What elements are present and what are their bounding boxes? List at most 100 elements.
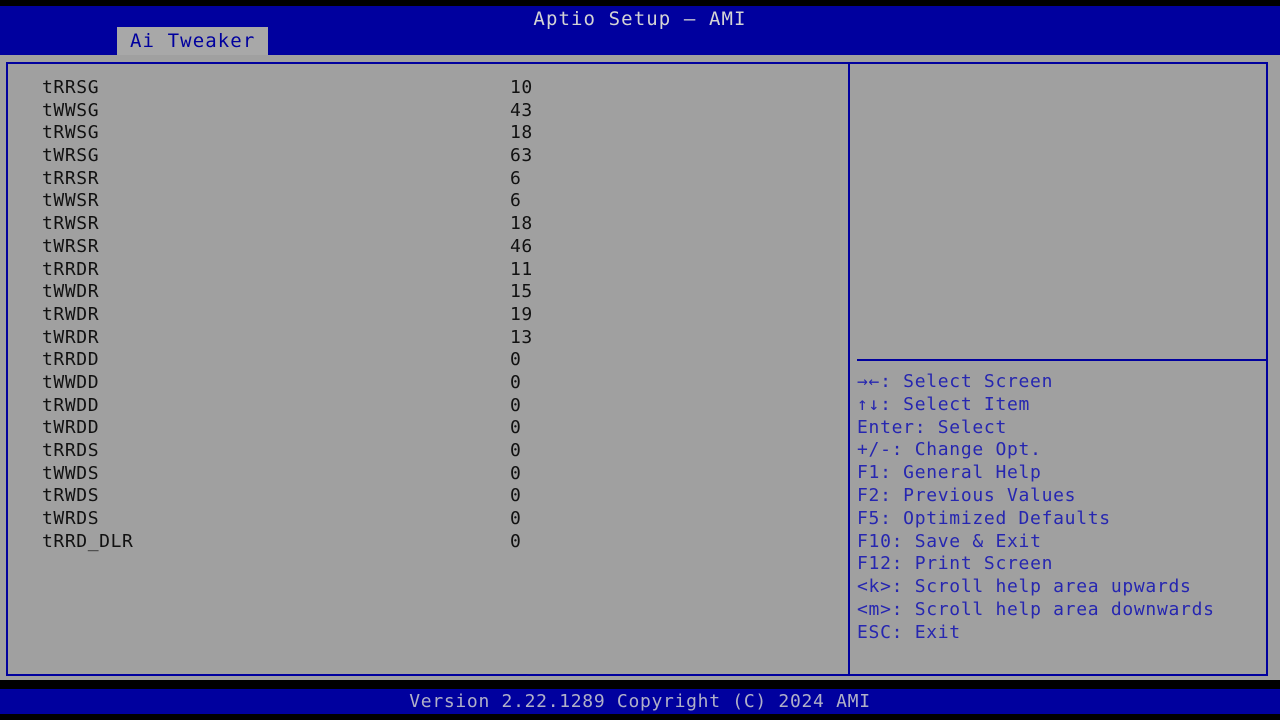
- setting-value[interactable]: 15: [510, 281, 533, 304]
- setting-value[interactable]: 63: [510, 145, 533, 168]
- legend-row: ESC: Exit: [857, 622, 1267, 645]
- setting-row[interactable]: tRRDR 11: [8, 259, 850, 282]
- setting-label: tWRSR: [42, 235, 100, 257]
- key-legend-list: →←: Select Screen ↑↓: Select Item Enter: S…: [857, 371, 1267, 645]
- setting-value[interactable]: 18: [510, 213, 533, 236]
- legend-key: +/-: [857, 439, 892, 461]
- setting-value[interactable]: 46: [510, 236, 533, 259]
- legend-row: F1: General Help: [857, 462, 1267, 485]
- legend-action-label: : Change Opt.: [891, 439, 1042, 461]
- setting-label: tWWDD: [42, 371, 100, 393]
- legend-action-label: : Select Item: [880, 393, 1031, 415]
- setting-value[interactable]: 0: [510, 531, 521, 554]
- help-panel: →←: Select Screen ↑↓: Select Item Enter: S…: [850, 62, 1268, 676]
- setting-row[interactable]: tRWDS 0: [8, 485, 850, 508]
- legend-row: <m>: Scroll help area downwards: [857, 599, 1267, 622]
- setting-row[interactable]: tRRDD 0: [8, 349, 850, 372]
- setting-label: tRRDR: [42, 258, 100, 280]
- setting-label: tWWDR: [42, 281, 100, 303]
- help-separator: [857, 359, 1267, 361]
- setting-value[interactable]: 0: [510, 440, 521, 463]
- setting-row[interactable]: tRWSR 18: [8, 213, 850, 236]
- setting-label: tWRDD: [42, 417, 100, 439]
- legend-row: F5: Optimized Defaults: [857, 508, 1267, 531]
- setting-label: tRRDD: [42, 349, 100, 371]
- setting-label: tWRDR: [42, 326, 100, 348]
- setting-row[interactable]: tWWSR 6: [8, 190, 850, 213]
- legend-row: Enter: Select: [857, 417, 1267, 440]
- legend-action-label: : Select Screen: [880, 371, 1054, 392]
- setting-value[interactable]: 43: [510, 100, 533, 123]
- legend-key: F2: [857, 484, 881, 506]
- legend-row: ↑↓: Select Item: [857, 394, 1267, 417]
- setting-value[interactable]: 19: [510, 304, 533, 327]
- setting-value[interactable]: 11: [510, 259, 533, 282]
- legend-action-label: : Previous Values: [880, 484, 1077, 506]
- setting-row[interactable]: tRWDD 0: [8, 395, 850, 418]
- legend-action-label: : Optimized Defaults: [880, 507, 1111, 529]
- setting-value[interactable]: 0: [510, 508, 521, 531]
- setting-label: tRRSR: [42, 167, 100, 189]
- setting-row[interactable]: tRRD_DLR 0: [8, 531, 850, 554]
- setting-row[interactable]: tWRSR 46: [8, 236, 850, 259]
- bottom-border-strip: [0, 714, 1280, 720]
- legend-row: <k>: Scroll help area upwards: [857, 576, 1267, 599]
- setting-value[interactable]: 0: [510, 395, 521, 418]
- setting-row[interactable]: tWRDS 0: [8, 508, 850, 531]
- setting-label: tWRDS: [42, 508, 100, 530]
- setting-value[interactable]: 6: [510, 168, 521, 191]
- setting-row[interactable]: tWWDR 15: [8, 281, 850, 304]
- legend-key: F12: [857, 553, 892, 575]
- setting-value[interactable]: 0: [510, 349, 521, 372]
- setting-row[interactable]: tWRSG 63: [8, 145, 850, 168]
- setting-label: tRRDS: [42, 440, 100, 461]
- bios-setup-screen: Aptio Setup – AMI Ai Tweaker tRRSG 10 tWWS…: [0, 0, 1280, 720]
- setting-value[interactable]: 0: [510, 485, 521, 508]
- setting-row[interactable]: tWRDR 13: [8, 327, 850, 350]
- setting-label: tRWDR: [42, 303, 100, 325]
- legend-action-label: : Scroll help area upwards: [891, 576, 1192, 598]
- legend-row: +/-: Change Opt.: [857, 439, 1267, 462]
- setting-value[interactable]: 0: [510, 372, 521, 395]
- setting-label: tRRSG: [42, 77, 100, 98]
- legend-action-label: : Print Screen: [891, 553, 1054, 575]
- setting-label: tRRD_DLR: [42, 530, 134, 552]
- setting-label: tRWSR: [42, 213, 100, 235]
- setting-value[interactable]: 13: [510, 327, 533, 350]
- legend-key: F10: [857, 530, 892, 552]
- setting-label: tRWSG: [42, 122, 100, 144]
- setting-value[interactable]: 18: [510, 122, 533, 145]
- setting-row[interactable]: tWWDS 0: [8, 463, 850, 486]
- legend-action-label: : General Help: [880, 462, 1042, 484]
- legend-row: F12: Print Screen: [857, 553, 1267, 576]
- legend-key: F1: [857, 462, 881, 484]
- setting-row[interactable]: tWWDD 0: [8, 372, 850, 395]
- setting-row[interactable]: tWRDD 0: [8, 417, 850, 440]
- legend-row: →←: Select Screen: [857, 371, 1267, 394]
- legend-key: F5: [857, 507, 881, 529]
- setting-value[interactable]: 6: [510, 190, 521, 213]
- setting-label: tWRSG: [42, 145, 100, 167]
- legend-action-label: : Save & Exit: [891, 530, 1042, 552]
- footer-version-text: Version 2.22.1289 Copyright (C) 2024 AMI: [409, 691, 871, 712]
- tab-ai-tweaker[interactable]: Ai Tweaker: [117, 27, 269, 55]
- setting-label: tRWDD: [42, 394, 100, 416]
- setting-value[interactable]: 0: [510, 417, 521, 440]
- setting-row[interactable]: tRWSG 18: [8, 122, 850, 145]
- legend-key: Enter: [857, 416, 915, 438]
- tab-bar: Ai Tweaker: [117, 27, 269, 55]
- setting-value[interactable]: 0: [510, 463, 521, 486]
- setting-row[interactable]: tWWSG 43: [8, 100, 850, 123]
- legend-key: <k>: [857, 576, 892, 598]
- setting-value[interactable]: 10: [510, 77, 533, 100]
- setting-row[interactable]: tRRDS 0: [8, 440, 850, 463]
- legend-key: <m>: [857, 598, 892, 620]
- setting-label: tWWDS: [42, 462, 100, 484]
- setting-row[interactable]: tRWDR 19: [8, 304, 850, 327]
- settings-list: tRRSG 10 tWWSG 43 tRWSG 18 tWRSG 63 tRRSR 6 tWWSR 6…: [8, 64, 850, 553]
- setting-row[interactable]: tRRSG 10: [8, 77, 850, 100]
- help-description: [858, 68, 1260, 356]
- legend-action-label: : Scroll help area downwards: [891, 598, 1215, 620]
- setting-row[interactable]: tRRSR 6: [8, 168, 850, 191]
- legend-key: ↑↓: [857, 393, 881, 415]
